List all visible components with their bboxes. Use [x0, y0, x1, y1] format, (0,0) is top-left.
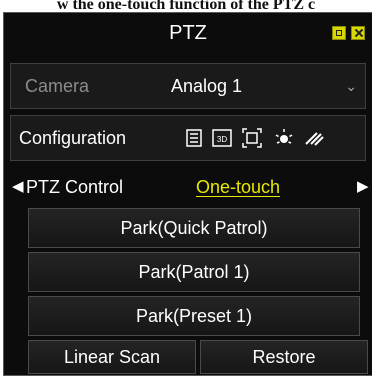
tab-scroll-right-icon[interactable]: ▶ — [357, 169, 369, 205]
restore-button[interactable]: Restore — [200, 340, 368, 374]
park-preset-1-button[interactable]: Park(Preset 1) — [28, 296, 360, 336]
park-quick-patrol-button[interactable]: Park(Quick Patrol) — [28, 208, 360, 248]
camera-value: Analog 1 — [171, 76, 243, 96]
title-bar: PTZ — [4, 13, 372, 53]
focus-frame-icon[interactable] — [241, 127, 263, 149]
tab-ptz-control[interactable]: PTZ Control — [26, 169, 123, 205]
tab-bar: ◀ PTZ Control One-touch ▶ — [10, 169, 369, 205]
wiper-icon[interactable] — [303, 127, 325, 149]
configuration-label: Configuration — [19, 128, 127, 148]
linear-scan-button[interactable]: Linear Scan — [28, 340, 196, 374]
camera-select[interactable]: Camera Analog 1 ⌄ — [10, 63, 366, 109]
list-icon[interactable] — [183, 127, 205, 149]
camera-label: Camera — [25, 76, 90, 96]
configuration-row: Configuration 3D — [10, 115, 366, 161]
window-title: PTZ — [169, 22, 207, 44]
ptz-dialog: PTZ Camera Analog 1 ⌄ Configuration 3D ◀… — [3, 12, 372, 376]
tab-one-touch[interactable]: One-touch — [196, 169, 280, 205]
chevron-down-icon[interactable]: ⌄ — [345, 64, 357, 108]
park-patrol-1-button[interactable]: Park(Patrol 1) — [28, 252, 360, 292]
minimize-icon[interactable] — [332, 26, 346, 40]
3d-icon-text: 3D — [217, 135, 227, 144]
light-icon[interactable] — [273, 127, 295, 149]
close-icon[interactable] — [351, 26, 365, 40]
3d-icon[interactable]: 3D — [211, 127, 233, 149]
tab-scroll-left-icon[interactable]: ◀ — [12, 169, 24, 205]
